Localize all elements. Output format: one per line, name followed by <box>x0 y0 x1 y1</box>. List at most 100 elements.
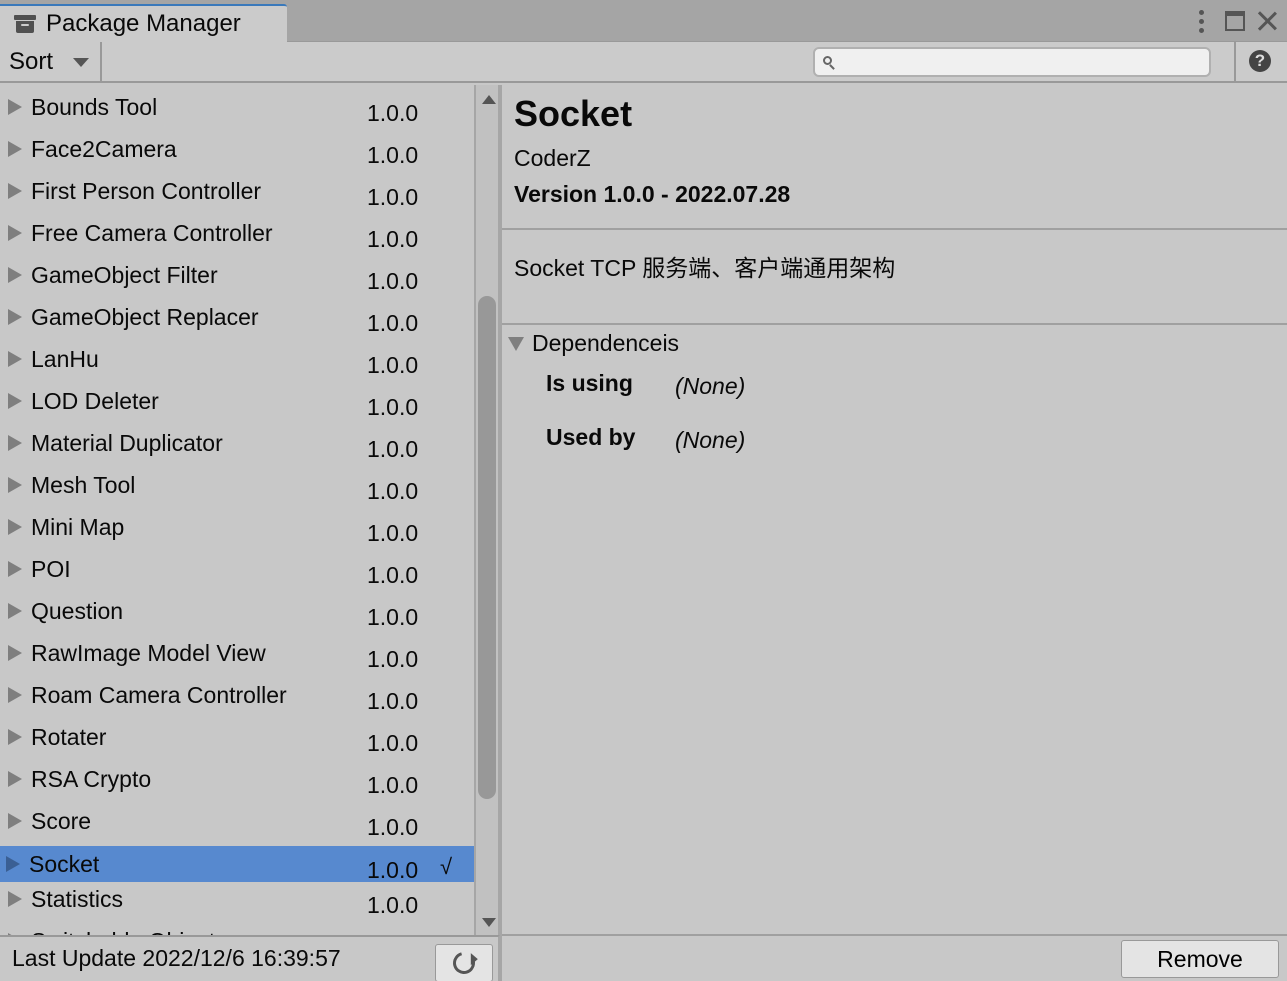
list-scrollbar[interactable] <box>474 85 500 937</box>
package-row[interactable]: First Person Controller 1.0.0 <box>0 173 474 210</box>
expand-arrow-icon[interactable] <box>8 729 22 745</box>
package-details-pane: Socket CoderZ Version 1.0.0 - 2022.07.28… <box>502 85 1287 981</box>
divider <box>502 323 1287 325</box>
expand-arrow-icon[interactable] <box>8 477 22 493</box>
package-version: 1.0.0 <box>367 604 419 630</box>
package-name: Statistics <box>31 885 124 912</box>
package-row-selected[interactable]: Socket 1.0.0 √ <box>0 846 474 883</box>
scroll-down-icon[interactable] <box>482 918 496 927</box>
package-version: 1.0.0 <box>367 688 419 714</box>
status-bar: Last Update 2022/12/6 16:39:57 <box>0 935 500 981</box>
package-row[interactable]: GameObject Replacer 1.0.0 <box>0 299 474 336</box>
package-name: LOD Deleter <box>31 387 159 414</box>
package-row[interactable]: LanHu 1.0.0 <box>0 341 474 378</box>
expand-arrow-icon[interactable] <box>8 225 22 241</box>
tab-package-manager[interactable]: Package Manager <box>0 4 287 42</box>
package-row[interactable]: Mesh Tool 1.0.0 <box>0 467 474 504</box>
package-name: Bounds Tool <box>31 93 158 120</box>
package-row[interactable]: RawImage Model View 1.0.0 <box>0 635 474 672</box>
package-version: 1.0.0 <box>367 520 419 546</box>
expand-arrow-icon[interactable] <box>8 771 22 787</box>
package-version: Version 1.0.0 - 2022.07.28 <box>514 181 791 207</box>
package-name: First Person Controller <box>31 177 262 204</box>
package-name: Mesh Tool <box>31 471 136 498</box>
package-name: RawImage Model View <box>31 639 266 666</box>
package-version: 1.0.0 <box>367 310 419 336</box>
expand-arrow-icon[interactable] <box>8 393 22 409</box>
search-box[interactable] <box>813 47 1211 77</box>
expand-arrow-icon[interactable] <box>8 891 22 907</box>
close-icon[interactable] <box>1257 11 1277 31</box>
package-row[interactable]: Roam Camera Controller 1.0.0 <box>0 677 474 714</box>
package-version: 1.0.0 <box>367 226 419 252</box>
expand-arrow-icon[interactable] <box>8 435 22 451</box>
divider <box>502 228 1287 230</box>
maximize-icon[interactable] <box>1225 11 1245 31</box>
expand-arrow-icon[interactable] <box>8 351 22 367</box>
refresh-icon <box>448 947 480 979</box>
dependencies-title: Dependenceis <box>532 330 680 356</box>
package-name: Rotater <box>31 723 107 750</box>
package-row[interactable]: GameObject Filter 1.0.0 <box>0 257 474 294</box>
package-version: 1.0.0 <box>367 100 419 126</box>
divider <box>502 934 1287 936</box>
package-name: Score <box>31 807 92 834</box>
package-version: 1.0.0 <box>367 892 419 918</box>
package-name: LanHu <box>31 345 99 372</box>
expand-arrow-icon[interactable] <box>8 519 22 535</box>
package-list: Bounds Tool 1.0.0 Face2Camera 1.0.0 First Pe… <box>0 85 474 937</box>
is-using-value: (None) <box>675 373 746 399</box>
package-version: 1.0.0 <box>367 478 419 504</box>
package-row[interactable]: LOD Deleter 1.0.0 <box>0 383 474 420</box>
package-name: Free Camera Controller <box>31 219 273 246</box>
package-row[interactable]: Score 1.0.0 <box>0 803 474 840</box>
package-row[interactable]: Bounds Tool 1.0.0 <box>0 89 474 126</box>
remove-button[interactable]: Remove <box>1121 940 1279 978</box>
search-input[interactable] <box>841 49 1201 75</box>
expand-arrow-icon[interactable] <box>6 856 20 872</box>
scrollbar-thumb[interactable] <box>478 296 496 800</box>
expand-arrow-icon[interactable] <box>8 309 22 325</box>
package-name: Material Duplicator <box>31 429 223 456</box>
expand-arrow-icon[interactable] <box>8 561 22 577</box>
package-row[interactable]: Rotater 1.0.0 <box>0 719 474 756</box>
package-row[interactable]: Statistics 1.0.0 <box>0 881 474 918</box>
package-version: 1.0.0 <box>367 436 419 462</box>
package-row[interactable]: Material Duplicator 1.0.0 <box>0 425 474 462</box>
package-version: 1.0.0 <box>367 562 419 588</box>
package-version: 1.0.0 <box>367 268 419 294</box>
package-row[interactable]: Question 1.0.0 <box>0 593 474 630</box>
package-row[interactable]: Free Camera Controller 1.0.0 <box>0 215 474 252</box>
expand-arrow-icon[interactable] <box>8 99 22 115</box>
refresh-button[interactable] <box>435 944 493 981</box>
expand-arrow-icon[interactable] <box>8 183 22 199</box>
used-by-value: (None) <box>675 427 746 453</box>
foldout-expanded-icon <box>508 336 524 351</box>
chevron-down-icon <box>73 57 90 67</box>
window-controls <box>1191 0 1287 42</box>
package-version: 1.0.0 <box>367 814 419 840</box>
scroll-up-icon[interactable] <box>482 95 496 104</box>
sort-dropdown[interactable]: Sort <box>0 42 102 82</box>
package-row[interactable]: POI 1.0.0 <box>0 551 474 588</box>
expand-arrow-icon[interactable] <box>8 645 22 661</box>
expand-arrow-icon[interactable] <box>8 267 22 283</box>
expand-arrow-icon[interactable] <box>8 141 22 157</box>
more-options-icon[interactable] <box>1191 6 1211 36</box>
package-row[interactable]: RSA Crypto 1.0.0 <box>0 761 474 798</box>
package-version: 1.0.0 <box>367 646 419 672</box>
sort-label: Sort <box>9 48 54 75</box>
expand-arrow-icon[interactable] <box>8 687 22 703</box>
tab-title: Package Manager <box>46 10 241 37</box>
package-row[interactable]: Mini Map 1.0.0 <box>0 509 474 546</box>
help-icon[interactable]: ? <box>1249 50 1271 72</box>
package-row[interactable]: Face2Camera 1.0.0 <box>0 131 474 168</box>
dependencies-foldout[interactable]: Dependenceis <box>508 330 679 357</box>
package-name: GameObject Filter <box>31 261 218 288</box>
package-version: 1.0.0 <box>367 730 419 756</box>
expand-arrow-icon[interactable] <box>8 603 22 619</box>
package-name: Face2Camera <box>31 135 177 162</box>
installed-check-icon: √ <box>440 854 453 879</box>
expand-arrow-icon[interactable] <box>8 813 22 829</box>
package-name: GameObject Replacer <box>31 303 259 330</box>
